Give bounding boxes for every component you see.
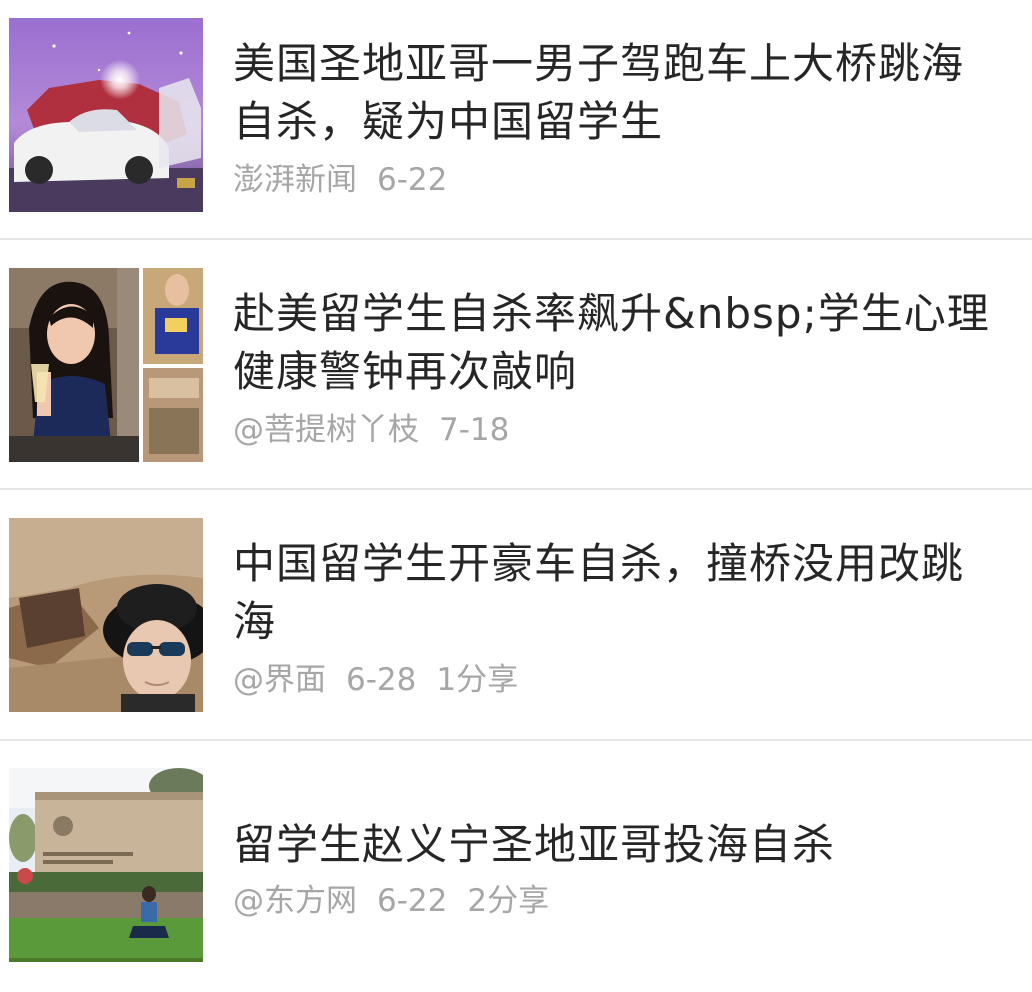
article-date: 6-28 xyxy=(346,662,417,698)
article-date: 7-18 xyxy=(439,412,510,448)
crashed-car-image xyxy=(9,18,203,212)
news-item[interactable]: 留学生赵义宁圣地亚哥投海自杀 @东方网 6-22 2分享 xyxy=(0,750,1032,990)
article-title[interactable]: 留学生赵义宁圣地亚哥投海自杀 xyxy=(233,816,1003,874)
news-feed: 美国圣地亚哥一男子驾跑车上大桥跳海自杀，疑为中国留学生 澎湃新闻 6-22 赴美… xyxy=(0,0,1032,992)
article-shares: 1分享 xyxy=(436,662,519,698)
article-meta: 澎湃新闻 6-22 xyxy=(233,160,447,200)
news-item[interactable]: 赴美留学生自杀率飙升&nbsp;学生心理健康警钟再次敲响 @菩提树丫枝 7-18 xyxy=(0,250,1032,490)
article-date: 6-22 xyxy=(377,883,448,919)
article-title[interactable]: 赴美留学生自杀率飙升&nbsp;学生心理健康警钟再次敲响 xyxy=(233,285,1003,401)
thumbnail-image[interactable] xyxy=(9,18,203,212)
article-date: 6-22 xyxy=(377,162,448,198)
divider xyxy=(0,739,1032,741)
article-meta: @界面 6-28 1分享 xyxy=(233,660,518,700)
woman-collage-image xyxy=(9,268,203,462)
university-sign-image xyxy=(9,768,203,962)
article-title[interactable]: 中国留学生开豪车自杀，撞桥没用改跳海 xyxy=(233,535,1003,651)
article-shares: 2分享 xyxy=(467,883,550,919)
man-selfie-image xyxy=(9,518,203,712)
article-source: @东方网 xyxy=(233,883,357,919)
article-source: @界面 xyxy=(233,662,326,698)
thumbnail-image[interactable] xyxy=(9,768,203,962)
divider xyxy=(0,488,1032,490)
thumbnail-image[interactable] xyxy=(9,518,203,712)
article-source: 澎湃新闻 xyxy=(233,162,357,198)
news-item[interactable]: 美国圣地亚哥一男子驾跑车上大桥跳海自杀，疑为中国留学生 澎湃新闻 6-22 xyxy=(0,0,1032,240)
article-title[interactable]: 美国圣地亚哥一男子驾跑车上大桥跳海自杀，疑为中国留学生 xyxy=(233,35,1003,151)
article-meta: @菩提树丫枝 7-18 xyxy=(233,410,509,450)
article-source: @菩提树丫枝 xyxy=(233,412,419,448)
article-meta: @东方网 6-22 2分享 xyxy=(233,881,549,921)
news-item[interactable]: 中国留学生开豪车自杀，撞桥没用改跳海 @界面 6-28 1分享 xyxy=(0,500,1032,740)
thumbnail-image[interactable] xyxy=(9,268,203,462)
divider xyxy=(0,238,1032,240)
